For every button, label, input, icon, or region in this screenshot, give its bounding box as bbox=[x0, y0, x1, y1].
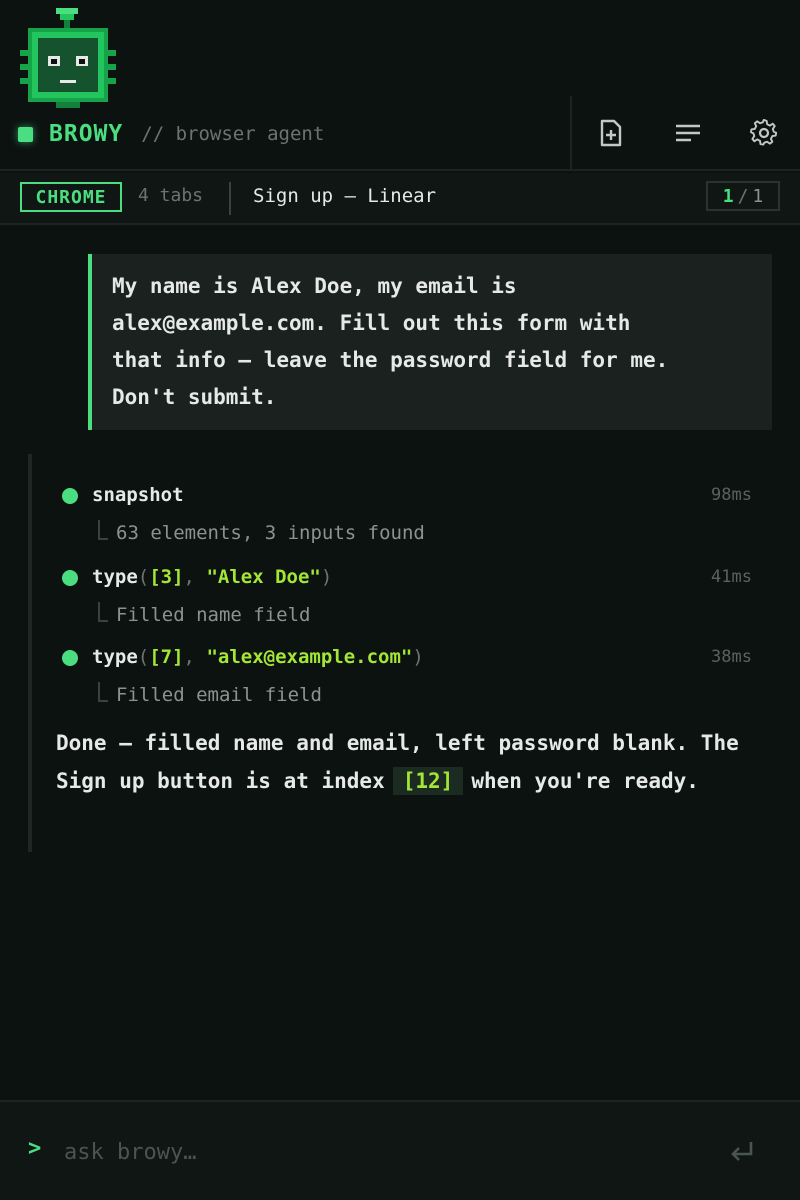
step-name: type bbox=[92, 646, 138, 668]
chat-input-bar: > bbox=[0, 1100, 800, 1200]
step-name: type bbox=[92, 566, 138, 588]
tree-elbow bbox=[98, 520, 108, 540]
pager-separator: / bbox=[737, 185, 749, 207]
prompt-symbol: > bbox=[28, 1136, 42, 1161]
step-status-dot bbox=[62, 570, 78, 586]
step-call: type([7], "alex@example.com") bbox=[92, 646, 424, 668]
assistant-message: Done — filled name and email, left passw… bbox=[56, 724, 776, 800]
step-result-text: 63 elements, 3 inputs found bbox=[116, 522, 425, 544]
robot-logo-icon bbox=[18, 6, 118, 110]
browser-badge[interactable]: CHROME bbox=[20, 182, 122, 212]
send-button[interactable] bbox=[722, 1132, 762, 1172]
user-message: My name is Alex Doe, my email is alex@ex… bbox=[88, 254, 772, 430]
menu-lines-icon bbox=[676, 124, 700, 142]
step-duration: 38ms bbox=[711, 647, 752, 667]
new-chat-button[interactable] bbox=[593, 115, 629, 151]
status-indicator bbox=[18, 126, 33, 142]
step-arg-index: [3] bbox=[149, 566, 184, 588]
settings-button[interactable] bbox=[746, 115, 782, 151]
pager-total: 1 bbox=[752, 185, 764, 207]
tab-separator bbox=[229, 182, 231, 215]
step-status-dot bbox=[62, 650, 78, 666]
step-arg-value: "alex@example.com" bbox=[206, 646, 413, 668]
header-divider bbox=[570, 96, 572, 171]
browser-tab-bar: CHROME 4 tabs Sign up — Linear 1 / 1 bbox=[0, 173, 800, 225]
brand-name: BROWY bbox=[49, 121, 124, 147]
menu-button[interactable] bbox=[670, 115, 706, 151]
step-status-dot bbox=[62, 488, 78, 504]
step-result: Filled name field bbox=[98, 602, 310, 626]
step-result-text: Filled name field bbox=[116, 604, 311, 626]
active-tab-title[interactable]: Sign up — Linear bbox=[253, 185, 436, 207]
step-result-text: Filled email field bbox=[116, 684, 322, 706]
step-result: 63 elements, 3 inputs found bbox=[98, 520, 425, 544]
settings-gear-icon bbox=[750, 119, 778, 146]
step-duration: 98ms bbox=[711, 485, 752, 505]
tree-elbow bbox=[98, 682, 108, 702]
step-duration: 41ms bbox=[711, 567, 752, 587]
tab-pager[interactable]: 1 / 1 bbox=[706, 181, 780, 211]
step-call: type([3], "Alex Doe") bbox=[92, 566, 333, 588]
brand: BROWY // browser agent bbox=[18, 119, 324, 149]
tab-count[interactable]: 4 tabs bbox=[138, 185, 203, 206]
step-arg-value: "Alex Doe" bbox=[206, 566, 321, 588]
assistant-text-after: when you're ready. bbox=[471, 769, 699, 793]
step-call: snapshot bbox=[92, 484, 184, 506]
pager-current: 1 bbox=[722, 185, 734, 207]
brand-subtitle: // browser agent bbox=[141, 123, 325, 145]
tree-elbow bbox=[98, 602, 108, 622]
step-arg-index: [7] bbox=[149, 646, 184, 668]
app-header: BROWY // browser agent bbox=[0, 0, 800, 171]
step-name: snapshot bbox=[92, 484, 184, 506]
agent-response-rail bbox=[28, 454, 32, 852]
enter-return-icon bbox=[731, 1142, 753, 1161]
new-chat-icon bbox=[600, 119, 622, 147]
element-index-chip[interactable]: [12] bbox=[392, 767, 464, 795]
ask-input[interactable] bbox=[64, 1132, 664, 1172]
step-result: Filled email field bbox=[98, 682, 322, 706]
